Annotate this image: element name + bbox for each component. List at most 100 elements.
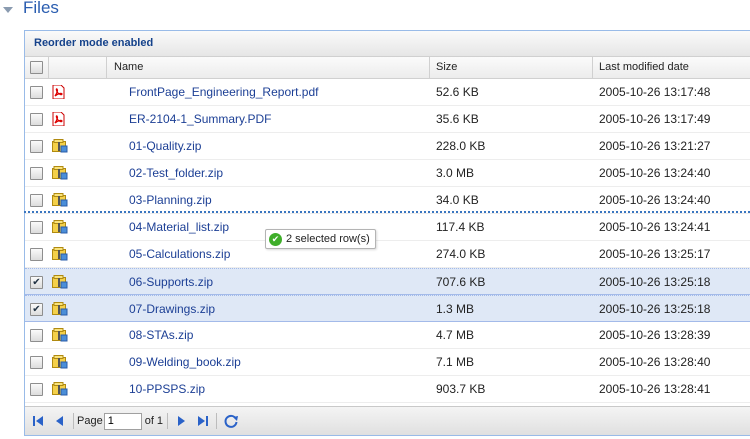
table-row[interactable]: ✔ 07-Drawings.zip 1.3 MB 2005-10-26 13:25:1… [25, 295, 750, 322]
file-name-link[interactable]: 01-Quality.zip [114, 139, 201, 153]
last-page-icon [198, 416, 206, 426]
column-header-size[interactable]: Size [430, 57, 593, 78]
file-grid: Reorder mode enabled Name Size Last modi… [24, 30, 750, 436]
file-name-cell: 08-STAs.zip [107, 322, 430, 348]
file-name-cell: 09-Welding_book.zip [107, 349, 430, 375]
file-type-cell [49, 106, 107, 132]
table-row[interactable]: ✔ 06-Supports.zip 707.6 KB 2005-10-26 13:25… [25, 268, 750, 295]
drag-selection-badge: ✔ 2 selected row(s) [265, 229, 376, 249]
table-row[interactable]: 10-PPSPS.zip 903.7 KB 2005-10-26 13:28:41 [25, 376, 750, 403]
last-page-button[interactable] [194, 412, 212, 430]
row-select-cell[interactable] [25, 349, 49, 375]
table-row[interactable]: 02-Test_folder.zip 3.0 MB 2005-10-26 13:24… [25, 160, 750, 187]
row-select-cell[interactable] [25, 79, 49, 105]
table-row[interactable]: 05-Calculations.zip 274.0 KB 2005-10-26 13… [25, 241, 750, 268]
file-size-cell: 903.7 KB [436, 382, 486, 396]
file-date-cell: 2005-10-26 13:28:40 [599, 355, 711, 369]
row-checkbox[interactable] [30, 113, 43, 126]
file-type-cell [49, 133, 107, 159]
table-row[interactable]: 09-Welding_book.zip 7.1 MB 2005-10-26 13:2… [25, 349, 750, 376]
file-name-cell: FrontPage_Engineering_Report.pdf [107, 79, 430, 105]
file-date-cell: 2005-10-26 13:28:41 [599, 382, 711, 396]
file-name-link[interactable]: 08-STAs.zip [114, 328, 193, 342]
grid-body: FrontPage_Engineering_Report.pdf 52.6 KB 2… [25, 79, 750, 403]
select-all-checkbox[interactable] [30, 61, 43, 74]
next-page-icon [178, 416, 186, 426]
pager-separator [216, 413, 218, 429]
file-size-cell: 7.1 MB [436, 355, 475, 369]
section-title: Files [23, 0, 59, 17]
file-type-cell [49, 269, 107, 294]
row-select-cell[interactable] [25, 106, 49, 132]
row-select-cell[interactable] [25, 187, 49, 213]
header-select-cell[interactable] [25, 57, 49, 78]
file-date-cell: 2005-10-26 13:25:17 [599, 247, 711, 261]
row-select-cell[interactable] [25, 160, 49, 186]
table-row[interactable]: ER-2104-1_Summary.PDF 35.6 KB 2005-10-26 1… [25, 106, 750, 133]
file-size-cell: 228.0 KB [436, 139, 486, 153]
row-select-cell[interactable] [25, 133, 49, 159]
header-icon-cell [49, 57, 107, 78]
column-header-name[interactable]: Name [107, 57, 430, 78]
file-name-link[interactable]: ER-2104-1_Summary.PDF [114, 112, 272, 126]
row-checkbox[interactable] [30, 383, 43, 396]
row-select-cell[interactable]: ✔ [25, 296, 49, 321]
file-type-cell [49, 322, 107, 348]
row-select-cell[interactable]: ✔ [25, 269, 49, 294]
page-label: Page [77, 415, 103, 427]
file-size-cell: 117.4 KB [436, 220, 485, 234]
file-name-cell: 03-Planning.zip [107, 187, 430, 213]
file-name-link[interactable]: 07-Drawings.zip [114, 302, 215, 316]
row-select-cell[interactable] [25, 376, 49, 402]
table-row[interactable]: FrontPage_Engineering_Report.pdf 52.6 KB 2… [25, 79, 750, 106]
file-name-link[interactable]: FrontPage_Engineering_Report.pdf [114, 85, 318, 99]
file-size-cell: 707.6 KB [436, 275, 486, 289]
file-name-link[interactable]: 03-Planning.zip [114, 193, 212, 207]
file-name-cell: 01-Quality.zip [107, 133, 430, 159]
file-name-link[interactable]: 06-Supports.zip [114, 275, 213, 289]
prev-page-button[interactable] [51, 412, 69, 430]
row-checkbox[interactable] [30, 221, 43, 234]
file-size-cell: 35.6 KB [436, 112, 479, 126]
table-row[interactable]: 04-Material_list.zip 117.4 KB 2005-10-26 1… [25, 214, 750, 241]
prev-page-icon [56, 416, 63, 426]
row-checkbox[interactable] [30, 356, 43, 369]
row-select-cell[interactable] [25, 214, 49, 240]
file-date-cell: 2005-10-26 13:17:49 [599, 112, 711, 126]
row-checkbox[interactable] [30, 194, 43, 207]
section-header[interactable]: Files [0, 0, 750, 22]
row-checkbox[interactable] [30, 329, 43, 342]
row-select-cell[interactable] [25, 322, 49, 348]
file-name-link[interactable]: 10-PPSPS.zip [114, 382, 205, 396]
file-type-cell [49, 79, 107, 105]
row-checkbox[interactable]: ✔ [30, 276, 43, 289]
file-name-link[interactable]: 02-Test_folder.zip [114, 166, 223, 180]
refresh-icon[interactable] [223, 413, 239, 429]
row-select-cell[interactable] [25, 241, 49, 267]
row-checkbox[interactable] [30, 248, 43, 261]
file-type-cell [49, 187, 107, 213]
column-header-date[interactable]: Last modified date [593, 57, 750, 78]
file-type-cell [49, 349, 107, 375]
row-checkbox[interactable]: ✔ [30, 303, 43, 316]
file-name-link[interactable]: 04-Material_list.zip [114, 220, 229, 234]
file-type-cell [49, 296, 107, 321]
table-row[interactable]: 03-Planning.zip 34.0 KB 2005-10-26 13:24:4… [25, 187, 750, 214]
table-row[interactable]: 08-STAs.zip 4.7 MB 2005-10-26 13:28:39 [25, 322, 750, 349]
collapse-arrow-icon[interactable] [3, 7, 13, 13]
table-row[interactable]: 01-Quality.zip 228.0 KB 2005-10-26 13:21:2… [25, 133, 750, 160]
reorder-drop-indicator [24, 211, 750, 213]
next-page-button[interactable] [172, 412, 190, 430]
pager-separator [73, 413, 74, 429]
first-page-button[interactable] [29, 412, 47, 430]
file-name-link[interactable]: 09-Welding_book.zip [114, 355, 241, 369]
file-name-link[interactable]: 05-Calculations.zip [114, 247, 230, 261]
file-size-cell: 1.3 MB [436, 302, 475, 316]
page-number-input[interactable] [103, 412, 142, 430]
file-date-cell: 2005-10-26 13:17:48 [599, 85, 711, 99]
checkmark-icon: ✔ [269, 232, 282, 246]
row-checkbox[interactable] [30, 167, 43, 180]
row-checkbox[interactable] [30, 86, 43, 99]
row-checkbox[interactable] [30, 140, 43, 153]
file-name-cell: 07-Drawings.zip [107, 296, 430, 321]
